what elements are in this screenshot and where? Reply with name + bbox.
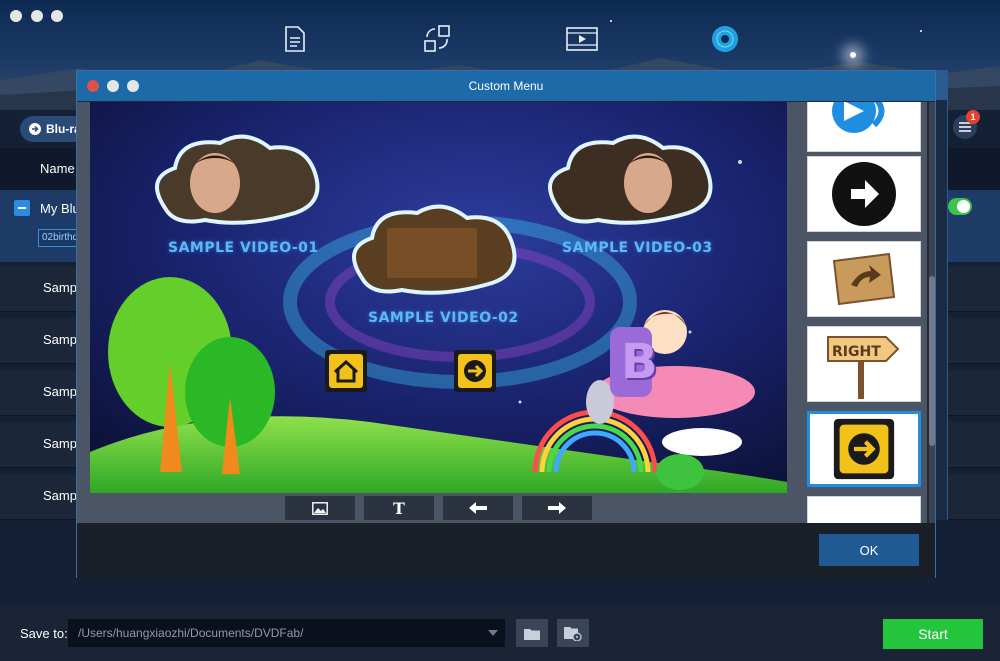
list-item-title: Sampl — [43, 488, 80, 503]
home-icon — [325, 350, 367, 392]
folder-disc-icon — [564, 627, 582, 641]
document-icon[interactable] — [278, 22, 312, 56]
list-item-title: Sampl — [43, 384, 80, 399]
list-item-title: Sampl — [43, 436, 80, 451]
blue-arrow-icon — [832, 102, 885, 133]
image-tool[interactable] — [285, 496, 355, 520]
notification-badge: 1 — [966, 110, 980, 124]
dialog-zoom-button[interactable] — [127, 80, 139, 92]
enable-toggle[interactable] — [948, 198, 972, 215]
dialog-title: Custom Menu — [77, 71, 935, 101]
editor-toolbar — [90, 493, 787, 523]
wood-arrow-icon — [832, 252, 896, 306]
thumbnail-right-sign[interactable]: RIGHT — [807, 326, 921, 402]
folder-icon — [524, 628, 540, 640]
dialog-minimize-button[interactable] — [107, 80, 119, 92]
save-path-dropdown-icon[interactable] — [488, 630, 498, 636]
arrow-right-icon — [548, 502, 566, 514]
sky-star — [610, 20, 612, 22]
ok-button[interactable]: OK — [819, 534, 919, 566]
right-sign-icon: RIGHT — [827, 336, 900, 399]
thumbnail-brown-arrow[interactable] — [807, 496, 921, 523]
project-title: My Blu — [40, 201, 80, 216]
prev-tool[interactable] — [443, 496, 513, 520]
image-icon — [312, 501, 328, 515]
disc-icon[interactable] — [708, 22, 742, 56]
clip-label-02[interactable]: SAMPLE VIDEO-02 — [368, 310, 519, 326]
editor-margin — [77, 102, 90, 523]
dialog-shadow-edge — [936, 70, 948, 100]
yellow-grunge-arrow-icon — [833, 418, 895, 480]
start-button[interactable]: Start — [883, 619, 983, 649]
list-item-title: Sampl — [43, 332, 80, 347]
right-sign-text: RIGHT — [832, 344, 881, 360]
editor-margin — [787, 102, 807, 523]
iso-folder-button[interactable] — [557, 619, 589, 647]
thumbnail-black-arrow[interactable] — [807, 156, 921, 232]
home-button[interactable] — [323, 348, 369, 394]
browse-folder-button[interactable] — [516, 619, 548, 647]
dialog-footer — [77, 523, 935, 578]
list-item-title: Sampl — [43, 280, 80, 295]
text-icon: T — [393, 498, 405, 518]
text-tool[interactable]: T — [364, 496, 434, 520]
next-tool[interactable] — [522, 496, 592, 520]
save-path-field[interactable]: /Users/huangxiaozhi/Documents/DVDFab/ — [68, 619, 505, 647]
dialog-shadow-edge — [936, 100, 948, 520]
video-icon[interactable] — [565, 22, 599, 56]
custom-menu-dialog: Custom Menu SAMPLE VIDEO-01 SAMPLE VIDEO… — [76, 70, 936, 578]
black-circle-arrow-icon — [832, 162, 896, 226]
clip-label-03[interactable]: SAMPLE VIDEO-03 — [562, 240, 713, 256]
convert-icon[interactable] — [420, 22, 454, 56]
thumbnail-wood-arrow[interactable] — [807, 241, 921, 317]
clip-bubble-03[interactable] — [538, 128, 718, 228]
sky-star — [850, 52, 856, 58]
clip-label-01[interactable]: SAMPLE VIDEO-01 — [168, 240, 319, 256]
window-zoom-button[interactable] — [51, 10, 63, 22]
arrow-circle-icon — [29, 123, 41, 135]
sky-star — [920, 30, 922, 32]
window-close-button[interactable] — [10, 10, 22, 22]
save-to-label: Save to: — [20, 626, 68, 641]
button-style-panel[interactable]: RIGHT — [807, 102, 927, 523]
next-page-button[interactable] — [452, 348, 498, 394]
collapse-toggle[interactable] — [14, 200, 30, 216]
dialog-close-button[interactable] — [87, 80, 99, 92]
arrow-right-icon — [454, 350, 496, 392]
clip-bubble-01[interactable] — [145, 128, 325, 228]
name-column-header: Name — [40, 161, 75, 176]
thumbnail-scroll-thumb[interactable] — [929, 276, 935, 446]
menu-canvas[interactable]: SAMPLE VIDEO-01 SAMPLE VIDEO-02 SAMPLE V… — [90, 102, 787, 493]
thumbnail-blue-arrow[interactable] — [807, 102, 921, 152]
thumbnail-yellow-arrow[interactable] — [807, 411, 921, 487]
plane-letter: B — [621, 334, 658, 390]
window-minimize-button[interactable] — [31, 10, 43, 22]
arrow-left-icon — [469, 502, 487, 514]
clip-bubble-02[interactable] — [342, 198, 522, 298]
